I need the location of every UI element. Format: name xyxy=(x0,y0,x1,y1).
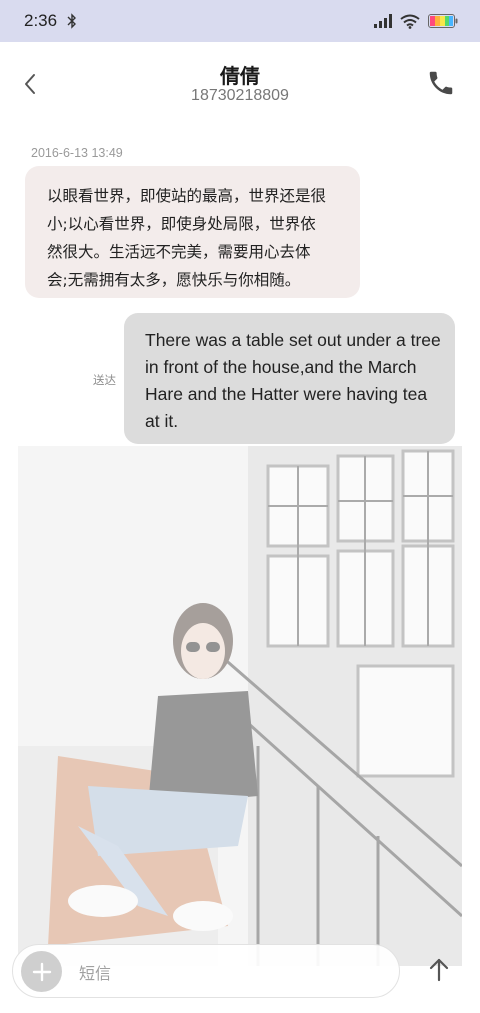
message-line: There was a table set out under a tree xyxy=(145,330,441,350)
call-button[interactable] xyxy=(426,68,456,98)
contact-name: 倩倩 xyxy=(220,64,260,88)
message-composer xyxy=(12,944,400,998)
image-message[interactable] xyxy=(18,446,462,966)
image-overlay xyxy=(18,446,462,966)
message-line: 然很大。生活远不完美，需要用心去体 xyxy=(47,243,311,261)
bluetooth-icon xyxy=(67,13,77,29)
message-input[interactable] xyxy=(79,961,379,985)
send-button[interactable] xyxy=(424,956,454,986)
send-arrow-icon xyxy=(429,958,449,982)
signal-icon xyxy=(374,14,392,28)
message-line: in front of the house,and the March xyxy=(145,357,417,377)
battery-icon xyxy=(428,14,458,28)
message-line: 小;以心看世界，即使身处局限，世界依 xyxy=(47,215,316,233)
phone-icon xyxy=(429,71,453,95)
wifi-icon xyxy=(400,14,420,29)
plus-icon xyxy=(32,962,51,981)
message-line: 会;无需拥有太多，愿快乐与你相随。 xyxy=(47,271,301,289)
conversation-header: 倩倩 18730218809 xyxy=(0,42,480,126)
status-time: 2:36 xyxy=(24,11,58,30)
status-left: 2:36 xyxy=(24,11,77,31)
message-line: 以眼看世界，即使站的最高，世界还是很 xyxy=(47,187,327,205)
message-line: Hare and the Hatter were having tea xyxy=(145,384,428,404)
message-line: at it. xyxy=(145,411,179,431)
contact-number: 18730218809 xyxy=(191,87,289,104)
attach-button[interactable] xyxy=(21,951,62,992)
status-right xyxy=(374,14,458,29)
delivery-status: 送达 xyxy=(93,373,116,387)
message-timestamp: 2016-6-13 13:49 xyxy=(31,146,123,160)
status-bar: 2:36 xyxy=(0,0,480,42)
incoming-message-bubble[interactable]: 以眼看世界，即使站的最高，世界还是很 小;以心看世界，即使身处局限，世界依 然很… xyxy=(25,166,360,298)
outgoing-message-bubble[interactable]: There was a table set out under a tree i… xyxy=(124,313,455,444)
